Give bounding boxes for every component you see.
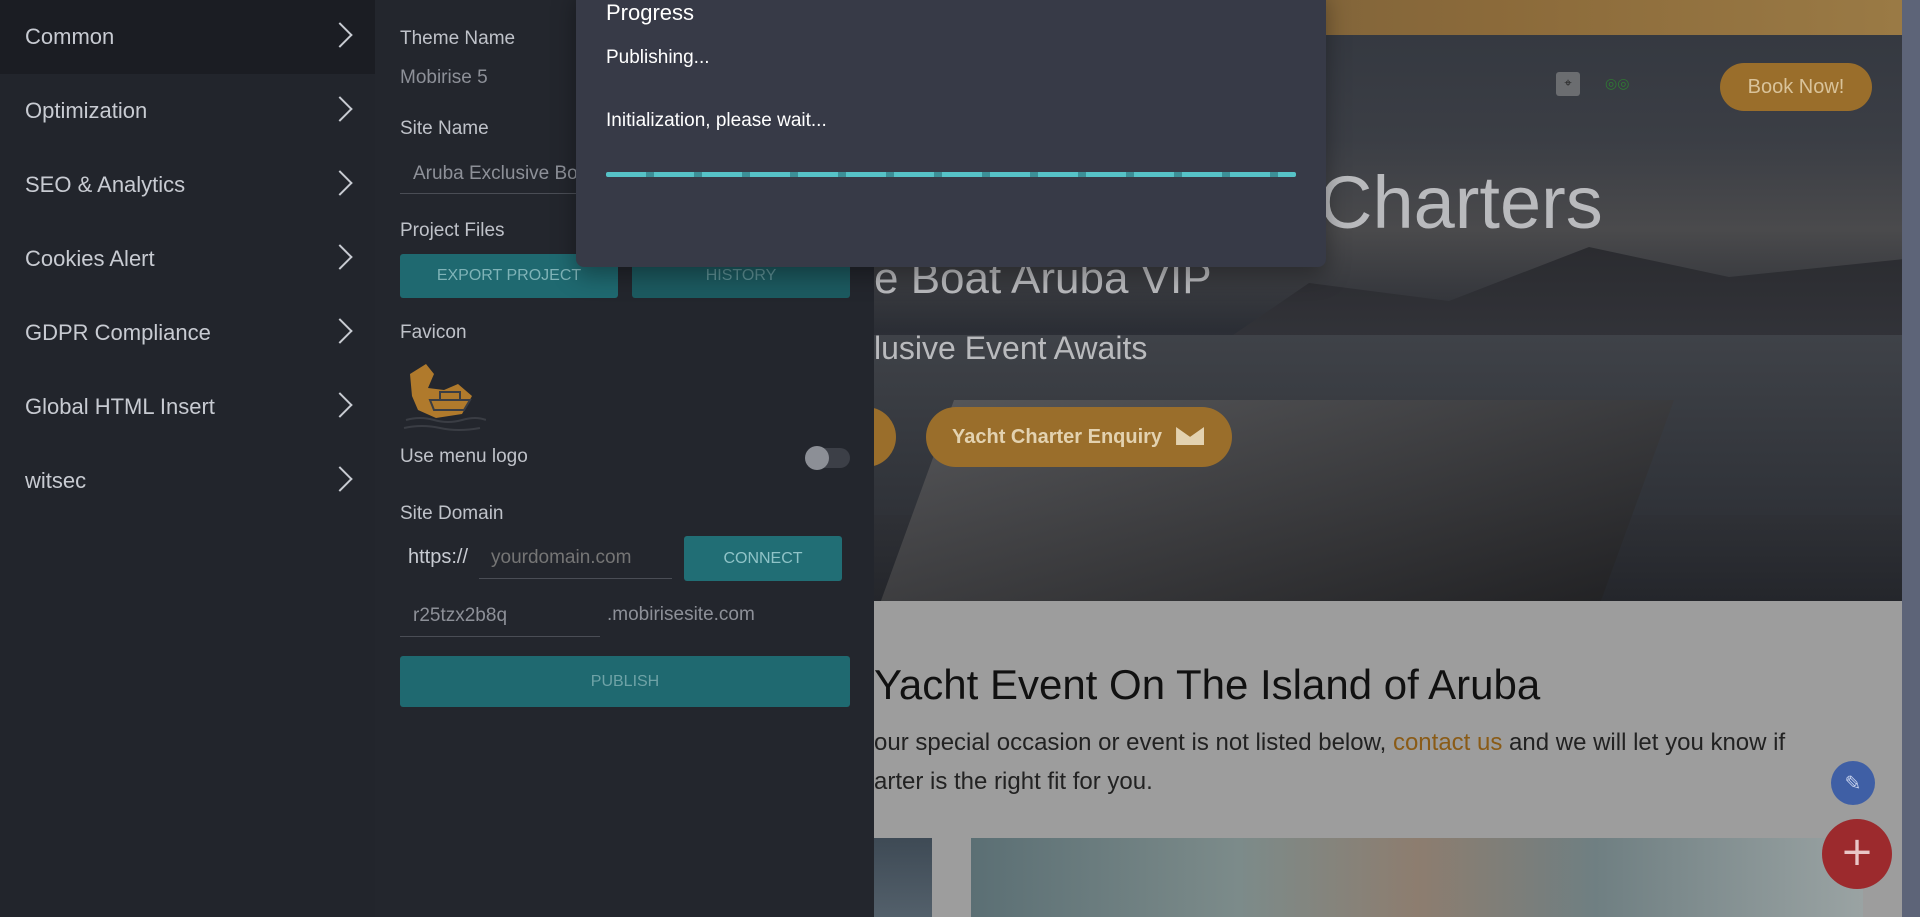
nav-item-seo-analytics[interactable]: SEO & Analytics bbox=[0, 148, 375, 222]
nav-item-common[interactable]: Common bbox=[0, 0, 375, 74]
progress-message: Initialization, please wait... bbox=[606, 110, 827, 131]
hero-title: Charters bbox=[1319, 161, 1603, 244]
chevron-right-icon bbox=[327, 22, 353, 48]
hero-tagline: lusive Event Awaits bbox=[874, 330, 1148, 366]
nav-item-gdpr-compliance[interactable]: GDPR Compliance bbox=[0, 296, 375, 370]
tripadvisor-icon[interactable]: ◎◎ bbox=[1605, 76, 1633, 92]
subdomain-input[interactable] bbox=[400, 596, 600, 637]
chevron-right-icon bbox=[327, 318, 353, 344]
nav-item-label: GDPR Compliance bbox=[25, 320, 211, 345]
favicon-boat-logo[interactable] bbox=[400, 360, 486, 434]
right-edge-strip bbox=[1902, 0, 1920, 917]
publish-button[interactable]: PUBLISH bbox=[400, 656, 850, 707]
content-section: Yacht Event On The Island of Aruba our s… bbox=[874, 601, 1902, 917]
chevron-right-icon bbox=[327, 392, 353, 418]
nav-item-label: Optimization bbox=[25, 98, 148, 123]
chevron-right-icon bbox=[327, 244, 353, 270]
domain-input[interactable] bbox=[479, 538, 672, 579]
progress-dialog: Progress Publishing... Initialization, p… bbox=[576, 0, 1326, 267]
progress-title: Progress bbox=[606, 0, 695, 25]
section-text-part1: our special occasion or event is not lis… bbox=[874, 729, 1393, 756]
progress-bar bbox=[606, 172, 1296, 177]
connect-button[interactable]: CONNECT bbox=[684, 536, 842, 581]
map-pin-icon[interactable]: ⌖ bbox=[1556, 72, 1580, 96]
nav-item-cookies-alert[interactable]: Cookies Alert bbox=[0, 222, 375, 296]
https-prefix: https:// bbox=[408, 546, 469, 568]
gallery-image-left bbox=[874, 838, 932, 917]
nav-item-label: Global HTML Insert bbox=[25, 394, 215, 419]
nav-item-witsec[interactable]: witsec bbox=[0, 444, 375, 518]
yacht-enquiry-label: Yacht Charter Enquiry bbox=[952, 426, 1163, 448]
book-now-button[interactable]: Book Now! bbox=[1720, 63, 1872, 111]
site-name-label: Site Name bbox=[400, 118, 489, 139]
nav-item-optimization[interactable]: Optimization bbox=[0, 74, 375, 148]
nav-item-global-html-insert[interactable]: Global HTML Insert bbox=[0, 370, 375, 444]
progress-bar-fill bbox=[606, 172, 1296, 177]
favicon-label: Favicon bbox=[400, 322, 467, 343]
section-text-line2: arter is the right fit for you. bbox=[874, 768, 1153, 795]
site-domain-label: Site Domain bbox=[400, 503, 504, 524]
nav-item-label: Cookies Alert bbox=[25, 246, 155, 271]
chevron-right-icon bbox=[327, 170, 353, 196]
yacht-charter-enquiry-button[interactable]: Yacht Charter Enquiry bbox=[926, 407, 1232, 467]
add-block-button[interactable]: + bbox=[1822, 819, 1892, 889]
edit-pencil-icon[interactable]: ✎ bbox=[1831, 761, 1875, 805]
gallery-image-right bbox=[971, 838, 1863, 917]
toggle-knob[interactable] bbox=[805, 446, 829, 470]
section-title: Yacht Event On The Island of Aruba bbox=[874, 661, 1541, 708]
nav-item-label: Common bbox=[25, 24, 115, 49]
envelope-icon bbox=[1176, 427, 1205, 445]
chevron-right-icon bbox=[327, 96, 353, 122]
section-text: our special occasion or event is not lis… bbox=[874, 723, 1884, 801]
use-menu-logo-label: Use menu logo bbox=[400, 446, 528, 467]
theme-name-label: Theme Name bbox=[400, 28, 516, 49]
theme-name-value: Mobirise 5 bbox=[400, 67, 488, 88]
contact-us-link[interactable]: contact us bbox=[1393, 729, 1502, 756]
project-files-label: Project Files bbox=[400, 220, 505, 241]
nav-item-label: witsec bbox=[25, 468, 87, 493]
chevron-right-icon bbox=[327, 466, 353, 492]
progress-status: Publishing... bbox=[606, 47, 710, 68]
section-text-part2: and we will let you know if bbox=[1502, 729, 1786, 756]
nav-item-label: SEO & Analytics bbox=[25, 172, 186, 197]
site-settings-nav: Common Optimization SEO & Analytics Cook… bbox=[0, 0, 375, 917]
subdomain-suffix: .mobirisesite.com bbox=[607, 604, 755, 625]
